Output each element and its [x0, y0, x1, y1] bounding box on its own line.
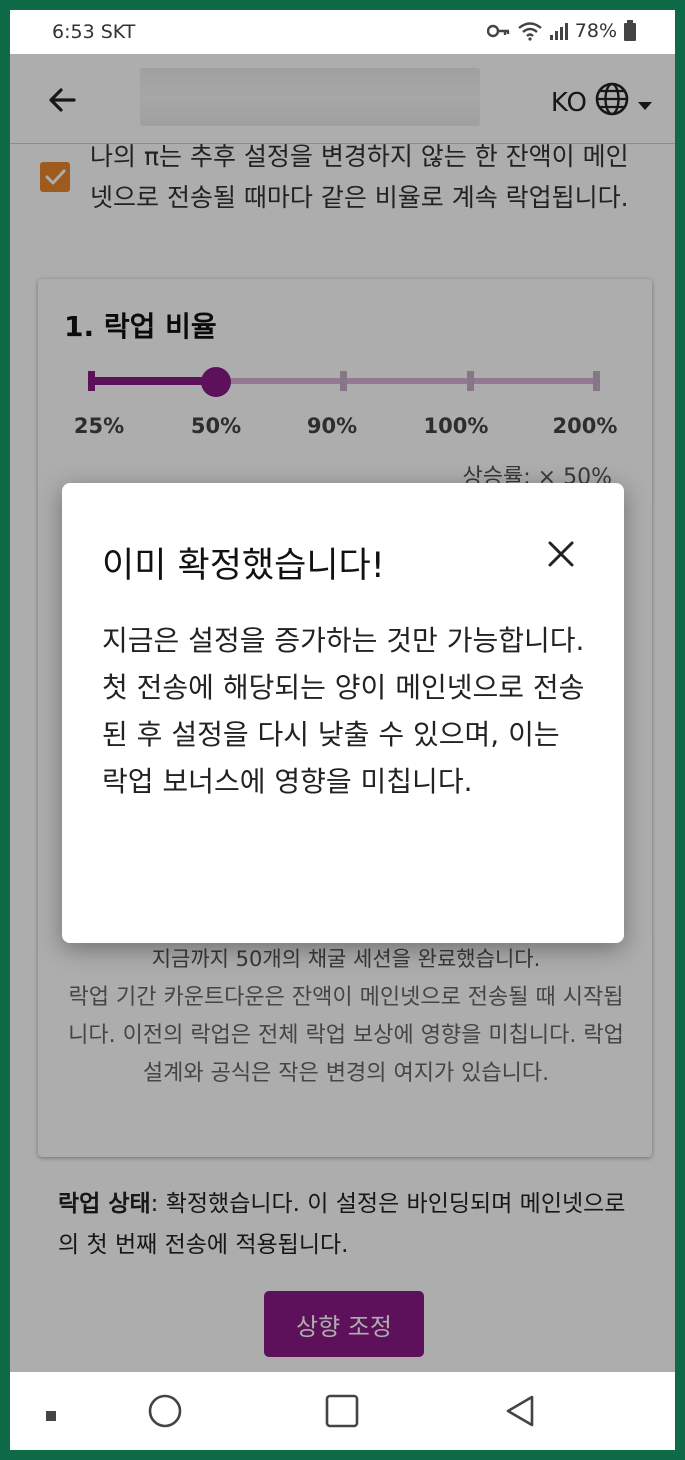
- phone-screen: 6:53 SKT 78% KO 나의 π는 추후 설정을 변경하지 않는 한 잔…: [10, 10, 675, 1450]
- menu-dot-icon[interactable]: [46, 1406, 56, 1425]
- close-icon[interactable]: [546, 539, 576, 569]
- status-icons: 78%: [486, 20, 637, 42]
- status-bar: 6:53 SKT 78%: [10, 10, 675, 54]
- battery-icon: [623, 20, 637, 42]
- recents-square-icon[interactable]: [325, 1394, 359, 1432]
- vpn-key-icon: [486, 24, 511, 38]
- dialog-body: 지금은 설정을 증가하는 것만 가능합니다. 첫 전송에 해당되는 양이 메인넷…: [102, 624, 585, 798]
- system-nav-bar: [10, 1372, 675, 1450]
- home-circle-icon[interactable]: [148, 1394, 182, 1432]
- wifi-icon: [517, 21, 543, 41]
- dialog-title: 이미 확정했습니다!: [102, 546, 385, 586]
- back-triangle-icon[interactable]: [504, 1394, 536, 1432]
- battery-percent: 78%: [574, 20, 617, 42]
- status-time: 6:53 SKT: [52, 21, 136, 43]
- already-confirmed-dialog: 이미 확정했습니다! 지금은 설정을 증가하는 것만 가능합니다. 첫 전송에 …: [62, 483, 624, 943]
- signal-icon: [549, 21, 569, 41]
